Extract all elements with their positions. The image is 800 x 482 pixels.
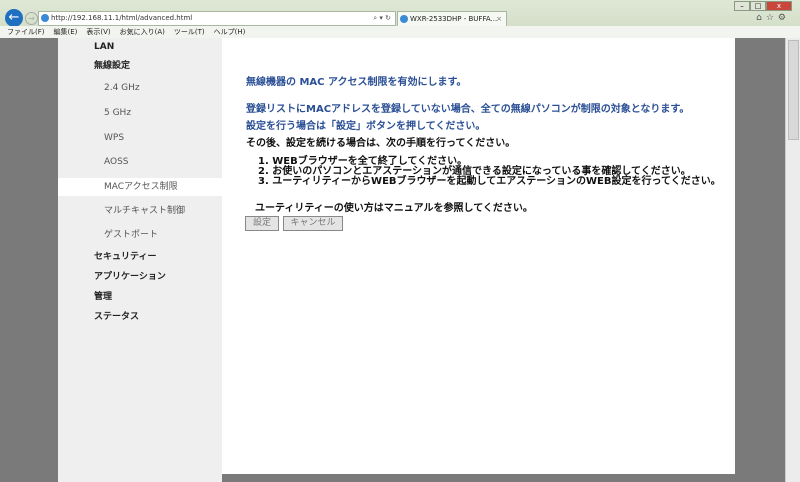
sidebar-item[interactable]: マルチキャスト制御 [58,202,222,220]
close-window-button[interactable]: x [766,1,792,11]
sidebar-item[interactable]: WPS [58,129,222,147]
menu-item[interactable]: ヘルプ(H) [214,26,246,38]
sidebar-item[interactable]: 2.4 GHz [58,79,222,97]
menu-item[interactable]: お気に入り(A) [120,26,165,38]
menu-item[interactable]: 編集(E) [54,26,78,38]
browser-tab[interactable]: WXR-2533DHP - BUFFA... × [397,11,507,26]
sidebar-item[interactable]: 無線設定 [58,57,222,75]
ie-page-icon [41,14,49,22]
note-continue: その後、設定を続ける場合は、次の手順を行ってください。 [246,138,516,149]
sidebar-item[interactable]: ステータス [58,308,222,326]
cancel-button[interactable]: キャンセル [283,216,343,231]
forward-button[interactable]: → [25,12,38,25]
page-heading: 無線機器の MAC アクセス制限を有効にします。 [246,77,467,88]
sidebar-item[interactable]: LAN [58,38,222,56]
ie-page-icon [400,15,408,23]
sidebar-item[interactable]: セキュリティー [58,248,222,266]
sidebar: LAN 無線設定 2.4 GHz 5 GHz WPS AOSS MACアクセス制限 マルチキャ… [58,38,222,482]
sidebar-item[interactable]: アプリケーション [58,268,222,286]
tab-title: WXR-2533DHP - BUFFA... [410,15,498,23]
sidebar-item[interactable]: MACアクセス制限 [58,178,222,196]
sidebar-item[interactable]: 5 GHz [58,104,222,122]
favorites-star-icon[interactable]: ☆ [766,13,778,23]
home-icon[interactable]: ⌂ [756,13,766,23]
main-content: 無線機器の MAC アクセス制限を有効にします。 登録リストにMACアドレスを登… [222,38,735,474]
gear-icon[interactable]: ⚙ [778,13,790,23]
url-text: http://192.168.11.1/html/advanced.html [51,14,193,22]
close-tab-icon[interactable]: × [496,12,502,26]
maximize-button[interactable]: □ [750,1,766,11]
minimize-button[interactable]: – [734,1,750,11]
sidebar-item[interactable]: AOSS [58,153,222,171]
step-item: 3. ユーティリティーからWEBブラウザーを起動してエアステーションのWEB設定… [258,176,721,187]
address-bar[interactable]: http://192.168.11.1/html/advanced.html ⌕ … [38,11,396,26]
note-apply: 設定を行う場合は「設定」ボタンを押してください。 [246,121,486,132]
apply-button[interactable]: 設定 [245,216,279,231]
menu-bar: ファイル(F) 編集(E) 表示(V) お気に入り(A) ツール(T) ヘルプ(H) [0,26,800,38]
sidebar-item[interactable]: ゲストポート [58,226,222,244]
manual-note: ユーティリティーの使い方はマニュアルを参照してください。 [255,203,533,214]
note-registration: 登録リストにMACアドレスを登録していない場合、全ての無線パソコンが制限の対象と… [246,104,690,115]
menu-item[interactable]: 表示(V) [86,26,110,38]
scrollbar[interactable] [785,38,800,482]
search-refresh-icon[interactable]: ⌕ ▾ ↻ [373,12,391,25]
scrollbar-thumb[interactable] [788,40,799,140]
sidebar-item[interactable]: 管理 [58,288,222,306]
menu-item[interactable]: ファイル(F) [7,26,45,38]
menu-item[interactable]: ツール(T) [174,26,205,38]
back-button[interactable]: ← [5,9,23,27]
browser-chrome: ← → http://192.168.11.1/html/advanced.ht… [0,0,800,38]
